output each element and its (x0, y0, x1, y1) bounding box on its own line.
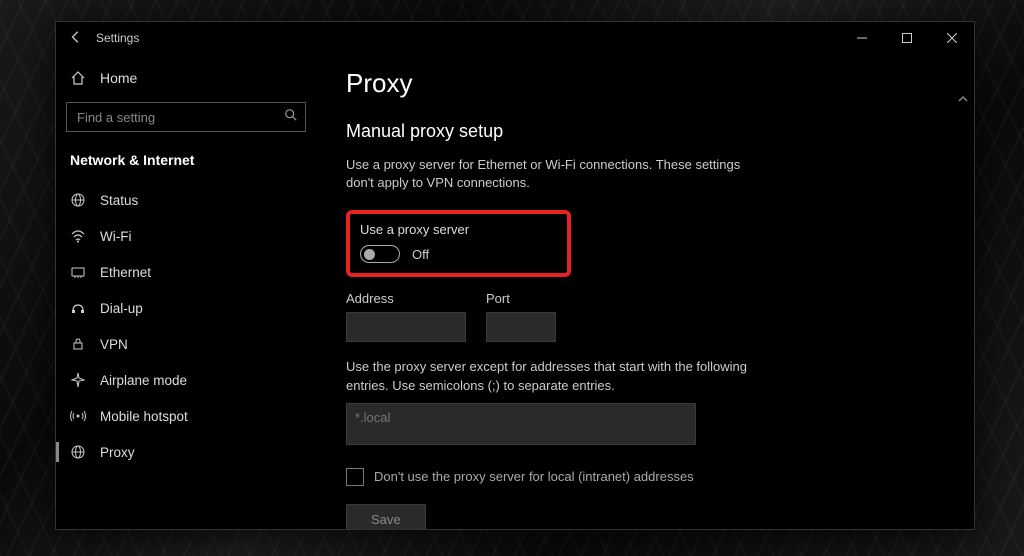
address-input[interactable] (346, 312, 466, 342)
home-nav[interactable]: Home (56, 62, 316, 94)
address-port-row: Address Port (346, 291, 944, 342)
sidebar-item-label: VPN (100, 337, 128, 352)
sidebar-item-proxy[interactable]: Proxy (56, 434, 316, 470)
search-icon (284, 108, 298, 127)
toggle-state-text: Off (412, 247, 429, 262)
home-label: Home (100, 70, 137, 86)
bypass-local-row: Don't use the proxy server for local (in… (346, 468, 944, 486)
address-field-group: Address (346, 291, 466, 342)
search-wrap (66, 102, 306, 132)
titlebar: Settings (56, 22, 974, 54)
minimize-button[interactable] (839, 22, 884, 54)
sidebar: Home Network & Internet Status Wi-Fi (56, 54, 316, 529)
exceptions-description: Use the proxy server except for addresse… (346, 358, 766, 394)
section-title: Manual proxy setup (346, 121, 944, 142)
airplane-icon (70, 372, 86, 388)
toggle-row: Off (360, 245, 557, 263)
category-header: Network & Internet (56, 146, 316, 182)
settings-window: Settings Home Network & Internet (55, 21, 975, 530)
section-description: Use a proxy server for Ethernet or Wi-Fi… (346, 156, 766, 192)
nav-list: Status Wi-Fi Ethernet Dial-up VPN (56, 182, 316, 470)
back-button[interactable] (56, 30, 96, 47)
search-input[interactable] (66, 102, 306, 132)
home-icon (70, 70, 86, 86)
proxy-icon (70, 444, 86, 460)
sidebar-item-ethernet[interactable]: Ethernet (56, 254, 316, 290)
ethernet-icon (70, 264, 86, 280)
sidebar-item-label: Ethernet (100, 265, 151, 280)
close-button[interactable] (929, 22, 974, 54)
window-controls (839, 22, 974, 54)
maximize-button[interactable] (884, 22, 929, 54)
bypass-local-checkbox[interactable] (346, 468, 364, 486)
sidebar-item-label: Airplane mode (100, 373, 187, 388)
address-label: Address (346, 291, 466, 306)
hotspot-icon (70, 408, 86, 424)
content-area: Proxy Manual proxy setup Use a proxy ser… (316, 54, 974, 529)
port-field-group: Port (486, 291, 556, 342)
highlighted-region: Use a proxy server Off (346, 210, 571, 277)
vpn-icon (70, 336, 86, 352)
sidebar-item-wifi[interactable]: Wi-Fi (56, 218, 316, 254)
sidebar-item-label: Mobile hotspot (100, 409, 188, 424)
scroll-up-arrow[interactable] (958, 94, 968, 107)
sidebar-item-label: Dial-up (100, 301, 143, 316)
sidebar-item-hotspot[interactable]: Mobile hotspot (56, 398, 316, 434)
sidebar-item-label: Wi-Fi (100, 229, 131, 244)
use-proxy-label: Use a proxy server (360, 222, 557, 237)
sidebar-item-label: Status (100, 193, 138, 208)
sidebar-item-airplane[interactable]: Airplane mode (56, 362, 316, 398)
sidebar-item-label: Proxy (100, 445, 135, 460)
save-button[interactable]: Save (346, 504, 426, 529)
sidebar-item-vpn[interactable]: VPN (56, 326, 316, 362)
sidebar-item-dialup[interactable]: Dial-up (56, 290, 316, 326)
page-title: Proxy (346, 68, 944, 99)
bypass-local-label: Don't use the proxy server for local (in… (374, 469, 694, 484)
window-title: Settings (96, 31, 139, 45)
port-label: Port (486, 291, 556, 306)
use-proxy-toggle[interactable] (360, 245, 400, 263)
port-input[interactable] (486, 312, 556, 342)
status-icon (70, 192, 86, 208)
wifi-icon (70, 228, 86, 244)
dialup-icon (70, 300, 86, 316)
sidebar-item-status[interactable]: Status (56, 182, 316, 218)
exceptions-input[interactable] (346, 403, 696, 445)
